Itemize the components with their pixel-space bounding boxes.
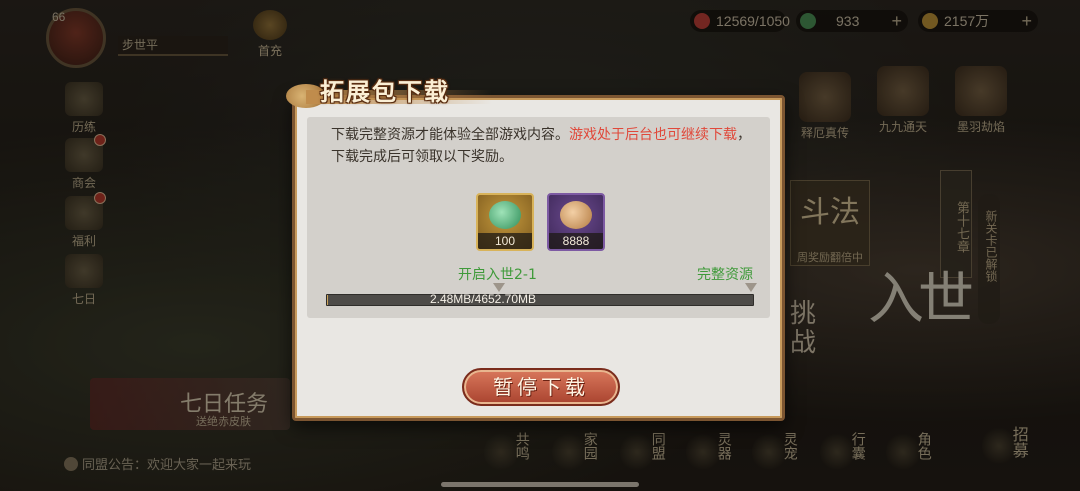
copper-coin-icon — [560, 201, 592, 229]
reward-count: 100 — [478, 233, 532, 249]
dialog-title: 拓展包下载 — [320, 77, 450, 106]
marker-arrow-start — [493, 283, 505, 292]
marker-label-end: 完整资源 — [697, 267, 753, 283]
reward-count: 8888 — [549, 233, 603, 249]
progress-text: 2.48MB/4652.70MB — [429, 292, 537, 306]
reward-item-copper-coin[interactable]: 8888 — [547, 193, 605, 251]
dialog-description: 下载完整资源才能体验全部游戏内容。游戏处于后台也可继续下载，下载完成后可领取以下… — [331, 124, 761, 168]
desc-highlight: 游戏处于后台也可继续下载 — [569, 127, 737, 143]
desc-normal: 下载完整资源才能体验全部游戏内容。 — [331, 127, 569, 143]
jade-ring-icon — [489, 201, 521, 229]
marker-arrow-end — [745, 283, 757, 292]
pause-download-button[interactable]: 暂停下载 — [462, 368, 620, 406]
marker-label-start: 开启入世2-1 — [458, 267, 537, 283]
reward-item-jade-ring[interactable]: 100 — [476, 193, 534, 251]
